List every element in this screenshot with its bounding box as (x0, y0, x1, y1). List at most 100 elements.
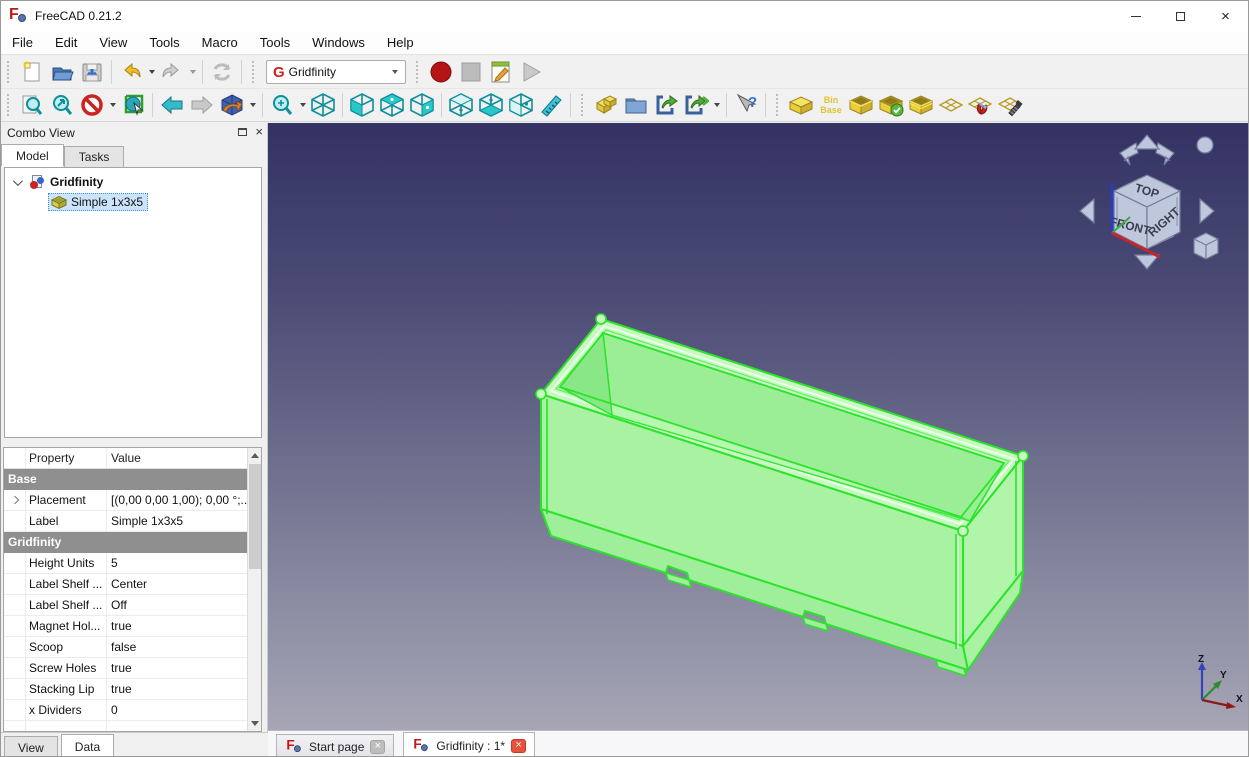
property-value[interactable]: Off (107, 595, 248, 615)
property-row[interactable]: Label Shelf ...Off (4, 595, 248, 616)
close-tab-icon[interactable]: × (370, 740, 385, 754)
baseplate-button[interactable] (936, 91, 966, 119)
menu-edit[interactable]: Edit (44, 31, 88, 54)
property-value[interactable]: false (107, 637, 248, 657)
set-view-button[interactable] (217, 91, 247, 119)
create-group-button[interactable] (621, 91, 651, 119)
scrollbar-thumb[interactable] (249, 464, 261, 569)
menu-view[interactable]: View (88, 31, 138, 54)
toolbar-grip[interactable] (776, 94, 782, 116)
group-base[interactable]: Base (4, 469, 248, 490)
nav-forward-button[interactable] (187, 91, 217, 119)
close-panel-icon[interactable]: × (255, 125, 263, 138)
macro-stop-button[interactable] (456, 58, 486, 86)
save-button[interactable] (77, 58, 107, 86)
property-row[interactable]: Scoopfalse (4, 637, 248, 658)
property-value[interactable]: [(0,00 0,00 1,00); 0,00 °;... (107, 490, 248, 510)
tab-view[interactable]: View (4, 736, 58, 757)
magnet-baseplate-button[interactable] (966, 91, 996, 119)
expand-icon[interactable] (10, 496, 18, 504)
axonometric-view-button[interactable] (308, 91, 338, 119)
whats-this-button[interactable]: ? (731, 91, 761, 119)
undo-dropdown[interactable] (146, 58, 157, 86)
new-document-button[interactable] (17, 58, 47, 86)
simple-storage-bin-button[interactable] (846, 91, 876, 119)
make-link-dropdown[interactable] (711, 91, 722, 119)
scroll-down-icon[interactable] (248, 716, 262, 731)
property-value[interactable]: 0 (107, 700, 248, 720)
property-value[interactable]: Center (107, 574, 248, 594)
rear-view-button[interactable] (446, 91, 476, 119)
group-gridfinity[interactable]: Gridfinity (4, 532, 248, 553)
toolbar-grip[interactable] (7, 94, 13, 116)
macro-play-button[interactable] (516, 58, 546, 86)
eco-bin-button[interactable] (876, 91, 906, 119)
workbench-selector[interactable]: G Gridfinity (266, 60, 406, 84)
tab-gridfinity-document[interactable]: F Gridfinity : 1* × (403, 732, 535, 757)
tree-item-selected[interactable]: Simple 1x3x5 (48, 193, 148, 211)
property-row[interactable]: Magnet Hol...true (4, 616, 248, 637)
close-tab-icon[interactable]: × (511, 739, 526, 753)
tree-expander-icon[interactable] (13, 176, 23, 186)
minimize-button[interactable] (1113, 1, 1158, 31)
property-row[interactable]: Label Shelf ...Center (4, 574, 248, 595)
bin-base-button[interactable]: BinBase (816, 91, 846, 119)
toolbar-grip[interactable] (416, 61, 422, 83)
draw-style-dropdown[interactable] (107, 91, 118, 119)
toolbar-grip[interactable] (252, 61, 258, 83)
screw-baseplate-button[interactable] (996, 91, 1026, 119)
selection-bbox-button[interactable] (118, 91, 148, 119)
combo-view-titlebar[interactable]: Combo View × (1, 123, 267, 143)
set-view-dropdown[interactable] (247, 91, 258, 119)
property-value[interactable]: true (107, 616, 248, 636)
menu-help[interactable]: Help (376, 31, 425, 54)
property-row[interactable]: Height Units5 (4, 553, 248, 574)
zoom-button[interactable] (267, 91, 297, 119)
storage-bin-button[interactable] (906, 91, 936, 119)
tab-tasks[interactable]: Tasks (64, 146, 125, 167)
bin-blank-button[interactable] (786, 91, 816, 119)
property-value[interactable]: Simple 1x3x5 (107, 511, 248, 531)
fit-selection-button[interactable] (47, 91, 77, 119)
left-view-button[interactable] (506, 91, 536, 119)
front-view-button[interactable] (347, 91, 377, 119)
tree-root-row[interactable]: Gridfinity (5, 172, 261, 192)
redo-button[interactable] (157, 58, 187, 86)
bottom-view-button[interactable] (476, 91, 506, 119)
property-row[interactable]: LabelSimple 1x3x5 (4, 511, 248, 532)
tab-start-page[interactable]: F Start page × (276, 734, 394, 757)
property-row[interactable]: x Dividers0 (4, 700, 248, 721)
menu-tools[interactable]: Tools (138, 31, 190, 54)
zoom-dropdown[interactable] (297, 91, 308, 119)
open-document-button[interactable] (47, 58, 77, 86)
menu-macro[interactable]: Macro (191, 31, 249, 54)
property-row[interactable]: Placement [(0,00 0,00 1,00); 0,00 °;... (4, 490, 248, 511)
scroll-up-icon[interactable] (248, 448, 262, 463)
redo-dropdown[interactable] (187, 58, 198, 86)
property-row[interactable]: Screw Holestrue (4, 658, 248, 679)
undo-button[interactable] (116, 58, 146, 86)
maximize-button[interactable] (1158, 1, 1203, 31)
property-value[interactable]: 5 (107, 553, 248, 573)
3d-viewport[interactable]: TOP FRONT RIGHT (268, 123, 1249, 730)
draw-style-button[interactable] (77, 91, 107, 119)
menu-file[interactable]: File (1, 31, 44, 54)
property-value[interactable]: true (107, 658, 248, 678)
macro-record-button[interactable] (426, 58, 456, 86)
tree-root-label[interactable]: Gridfinity (50, 175, 103, 189)
macro-edit-button[interactable] (486, 58, 516, 86)
top-view-button[interactable] (377, 91, 407, 119)
right-view-button[interactable] (407, 91, 437, 119)
nav-back-button[interactable] (157, 91, 187, 119)
menu-tools-2[interactable]: Tools (249, 31, 301, 54)
make-sub-link-button[interactable] (681, 91, 711, 119)
menu-windows[interactable]: Windows (301, 31, 376, 54)
property-row[interactable]: Stacking Liptrue (4, 679, 248, 700)
property-row-clipped[interactable] (4, 721, 248, 732)
tree-item-row[interactable]: Simple 1x3x5 (5, 192, 261, 212)
refresh-button[interactable] (207, 58, 237, 86)
property-value[interactable]: true (107, 679, 248, 699)
tab-model[interactable]: Model (1, 144, 64, 167)
navigation-cube[interactable]: TOP FRONT RIGHT (1072, 131, 1222, 273)
close-button[interactable]: × (1203, 1, 1248, 31)
